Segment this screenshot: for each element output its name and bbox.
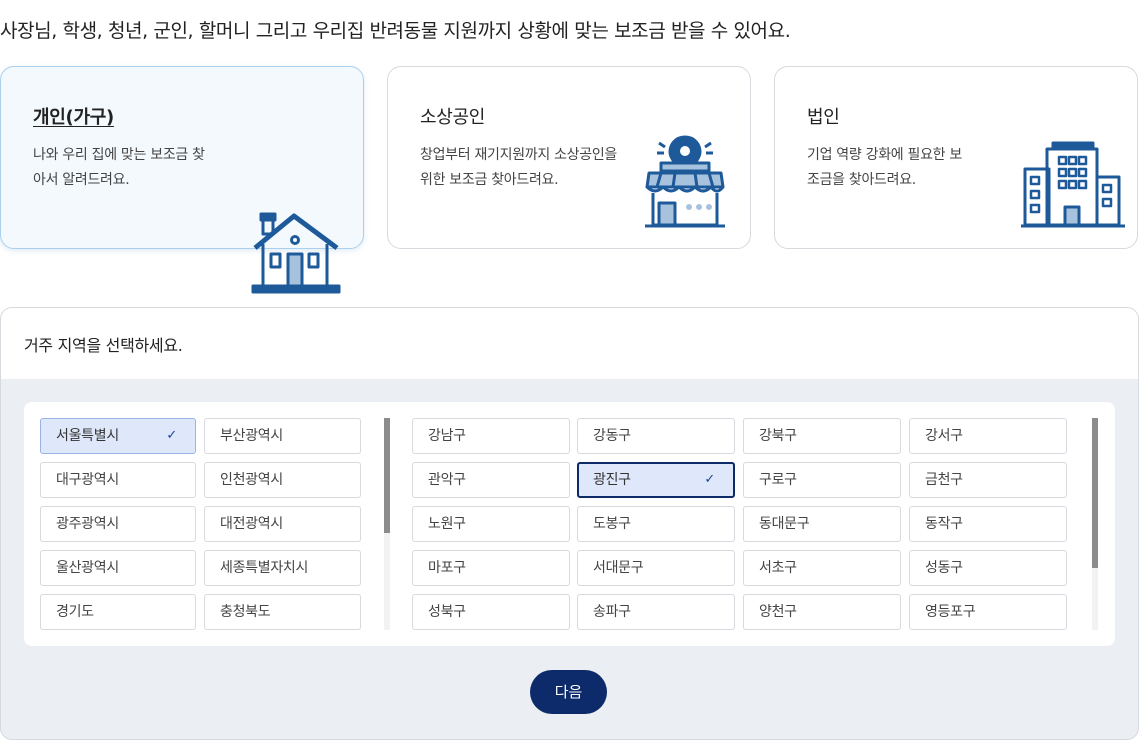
district-option-label: 서대문구 xyxy=(593,560,644,576)
district-option[interactable]: 서초구 xyxy=(743,550,901,586)
check-icon: ✓ xyxy=(704,472,715,487)
province-option-label: 광주광역시 xyxy=(56,516,119,532)
next-button[interactable]: 다음 xyxy=(530,670,607,714)
district-option-label: 서초구 xyxy=(759,560,797,576)
district-option[interactable]: 동대문구 xyxy=(743,506,901,542)
region-select-box: 서울특별시 ✓ 부산광역시대구광역시 인천광역시광주광역시 대전광역시울산광역시 세종특별… xyxy=(24,402,1115,646)
district-option[interactable]: 강북구 xyxy=(743,418,901,454)
card-title: 개인(가구) xyxy=(33,107,114,128)
district-option-label: 강서구 xyxy=(925,428,963,444)
province-option-label: 대전광역시 xyxy=(220,516,283,532)
card-description: 창업부터 재기지원까지 소상공인을 위한 보조금 찾아드려요. xyxy=(420,147,617,188)
check-icon: ✓ xyxy=(166,428,177,443)
province-scrollbar-thumb[interactable] xyxy=(384,418,390,533)
province-option[interactable]: 인천광역시 xyxy=(204,462,361,498)
district-option[interactable]: 금천구 xyxy=(909,462,1067,498)
province-option[interactable]: 광주광역시 xyxy=(40,506,196,542)
office-building-icon xyxy=(1021,141,1125,228)
district-option[interactable]: 영등포구 xyxy=(909,594,1067,630)
district-option[interactable]: 동작구 xyxy=(909,506,1067,542)
house-icon xyxy=(251,212,341,294)
district-option[interactable]: 성북구 xyxy=(412,594,570,630)
province-scrollbar[interactable] xyxy=(384,418,390,630)
category-card-individual[interactable]: 개인(가구) 나와 우리 집에 맞는 보조금 찾아서 알려드려요. xyxy=(0,66,364,294)
district-option-label: 광진구 xyxy=(593,472,631,488)
district-option[interactable]: 양천구 xyxy=(743,594,901,630)
region-title: 거주 지역을 선택하세요. xyxy=(24,336,183,355)
district-option-label: 동작구 xyxy=(925,516,963,532)
category-card-corporation[interactable]: 법인 기업 역량 강화에 필요한 보조금을 찾아드려요. xyxy=(774,66,1138,249)
province-option-label: 인천광역시 xyxy=(220,472,283,488)
district-option-label: 성동구 xyxy=(925,560,963,576)
district-option-label: 성북구 xyxy=(428,604,466,620)
district-option-label: 영등포구 xyxy=(925,604,976,620)
province-option[interactable]: 충청북도 xyxy=(204,594,361,630)
district-option-label: 마포구 xyxy=(428,560,466,576)
district-option-label: 동대문구 xyxy=(759,516,810,532)
province-option-label: 충청북도 xyxy=(220,604,271,620)
district-option[interactable]: 관악구 xyxy=(412,462,570,498)
district-scrollbar-thumb[interactable] xyxy=(1092,418,1098,568)
card-title: 소상공인 xyxy=(420,107,486,128)
district-option-label: 강북구 xyxy=(759,428,797,444)
district-option-label: 노원구 xyxy=(428,516,466,532)
card-title: 법인 xyxy=(807,107,840,128)
province-option-label: 대구광역시 xyxy=(56,472,119,488)
province-option-label: 경기도 xyxy=(56,604,94,620)
region-header: 거주 지역을 선택하세요. xyxy=(1,308,1138,379)
province-option[interactable]: 세종특별자치시 xyxy=(204,550,361,586)
district-option[interactable]: 강동구 xyxy=(577,418,735,454)
category-card-small-business[interactable]: 소상공인 창업부터 재기지원까지 소상공인을 위한 보조금 찾아드려요. xyxy=(387,66,751,249)
province-option[interactable]: 대구광역시 xyxy=(40,462,196,498)
district-option[interactable]: 광진구 ✓ xyxy=(577,462,735,498)
province-option[interactable]: 경기도 xyxy=(40,594,196,630)
province-option[interactable]: 부산광역시 xyxy=(204,418,361,454)
district-option-label: 강동구 xyxy=(593,428,631,444)
province-option-label: 부산광역시 xyxy=(220,428,283,444)
district-option[interactable]: 성동구 xyxy=(909,550,1067,586)
district-option-label: 금천구 xyxy=(925,472,963,488)
storefront-icon xyxy=(645,135,725,228)
province-option[interactable]: 대전광역시 xyxy=(204,506,361,542)
district-option[interactable]: 노원구 xyxy=(412,506,570,542)
district-option-label: 양천구 xyxy=(759,604,797,620)
card-description: 나와 우리 집에 맞는 보조금 찾아서 알려드려요. xyxy=(33,147,205,188)
page-headline: 사장님, 학생, 청년, 군인, 할머니 그리고 우리집 반려동물 지원까지 상… xyxy=(0,20,791,42)
province-option-label: 세종특별자치시 xyxy=(220,560,309,576)
district-scrollbar[interactable] xyxy=(1092,418,1098,630)
district-option[interactable]: 서대문구 xyxy=(577,550,735,586)
district-option-label: 강남구 xyxy=(428,428,466,444)
province-option-label: 울산광역시 xyxy=(56,560,119,576)
card-description: 기업 역량 강화에 필요한 보조금을 찾아드려요. xyxy=(807,147,962,188)
district-option[interactable]: 강서구 xyxy=(909,418,1067,454)
province-option[interactable]: 울산광역시 xyxy=(40,550,196,586)
district-option-label: 구로구 xyxy=(759,472,797,488)
province-option-label: 서울특별시 xyxy=(56,428,119,444)
district-option-label: 관악구 xyxy=(428,472,466,488)
district-option-label: 도봉구 xyxy=(593,516,631,532)
district-option-label: 송파구 xyxy=(593,604,631,620)
district-option[interactable]: 송파구 xyxy=(577,594,735,630)
district-option[interactable]: 마포구 xyxy=(412,550,570,586)
province-option[interactable]: 서울특별시 ✓ xyxy=(40,418,196,454)
district-option[interactable]: 강남구 xyxy=(412,418,570,454)
district-option[interactable]: 구로구 xyxy=(743,462,901,498)
district-option[interactable]: 도봉구 xyxy=(577,506,735,542)
